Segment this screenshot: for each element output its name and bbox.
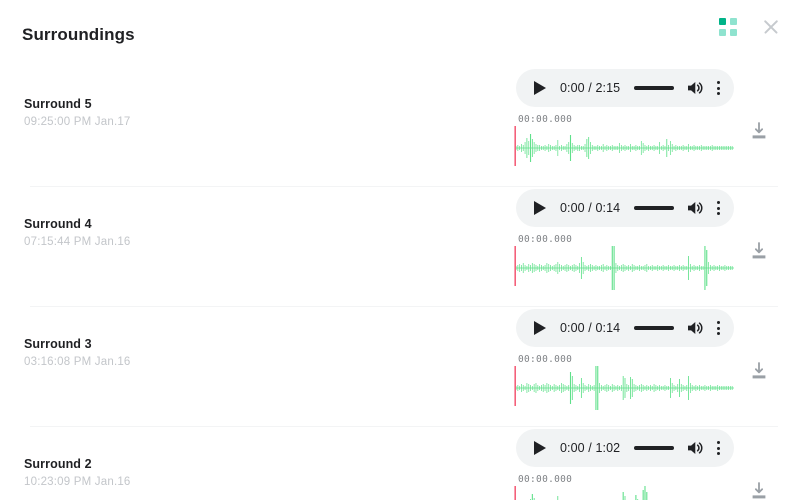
grid-square-2 (730, 18, 737, 25)
menu-dot-3 (716, 332, 720, 335)
player-time-label: 0:00 / 0:14 (560, 201, 621, 215)
player-progress-slider[interactable] (634, 446, 675, 450)
volume-icon[interactable] (686, 79, 704, 97)
recording-timestamp: 09:25:00 PM Jan.17 (24, 116, 131, 128)
waveform-canvas[interactable] (514, 246, 742, 292)
volume-icon[interactable] (686, 199, 704, 217)
download-icon[interactable] (748, 240, 770, 262)
recording-row-2: Surround 4 07:15:44 PM Jan.16 0:00 / 0:1… (0, 186, 800, 306)
close-icon[interactable] (760, 16, 782, 38)
menu-dot-1 (716, 441, 720, 444)
audio-player[interactable]: 0:00 / 0:14 (516, 189, 734, 227)
audio-player[interactable]: 0:00 / 1:02 (516, 429, 734, 467)
menu-dot-3 (716, 92, 720, 95)
recording-row-3: Surround 3 03:16:08 PM Jan.16 0:00 / 0:1… (0, 306, 800, 426)
player-time-label: 0:00 / 0:14 (560, 321, 621, 335)
waveform[interactable]: 00:00.000 (514, 354, 742, 412)
waveform[interactable]: 00:00.000 (514, 474, 742, 500)
page-title: Surroundings (22, 25, 135, 44)
recording-name: Surround 4 (24, 217, 92, 231)
waveform[interactable]: 00:00.000 (514, 114, 742, 172)
recording-meta: Surround 3 03:16:08 PM Jan.16 (24, 336, 324, 370)
more-vertical-icon[interactable] (710, 319, 726, 337)
menu-dot-1 (716, 201, 720, 204)
menu-dot-2 (716, 326, 720, 330)
recording-timestamp: 10:23:09 PM Jan.16 (24, 476, 131, 488)
volume-icon[interactable] (686, 319, 704, 337)
waveform-time-label: 00:00.000 (518, 474, 573, 485)
surroundings-window: Surroundings Surround 5 09:25:00 PM Jan.… (0, 0, 800, 500)
waveform-canvas[interactable] (514, 366, 742, 412)
grid-square-3 (719, 29, 726, 36)
waveform-time-label: 00:00.000 (518, 354, 573, 365)
grid-square-1 (719, 18, 726, 25)
window-header: Surroundings (0, 0, 800, 66)
recordings-list: Surround 5 09:25:00 PM Jan.17 0:00 / 2:1… (0, 66, 800, 500)
recording-row-1: Surround 5 09:25:00 PM Jan.17 0:00 / 2:1… (0, 66, 800, 186)
waveform-time-label: 00:00.000 (518, 234, 573, 245)
recording-meta: Surround 5 09:25:00 PM Jan.17 (24, 96, 324, 130)
grid-square-4 (730, 29, 737, 36)
play-icon[interactable] (530, 319, 548, 337)
player-time-label: 0:00 / 2:15 (560, 81, 621, 95)
more-vertical-icon[interactable] (710, 199, 726, 217)
menu-dot-2 (716, 446, 720, 450)
download-icon[interactable] (748, 480, 770, 500)
more-vertical-icon[interactable] (710, 79, 726, 97)
more-vertical-icon[interactable] (710, 439, 726, 457)
play-icon[interactable] (530, 79, 548, 97)
grid-four-squares-icon[interactable] (718, 17, 738, 37)
audio-player[interactable]: 0:00 / 0:14 (516, 309, 734, 347)
menu-dot-3 (716, 452, 720, 455)
recording-timestamp: 03:16:08 PM Jan.16 (24, 356, 131, 368)
menu-dot-1 (716, 81, 720, 84)
download-icon[interactable] (748, 120, 770, 142)
recording-timestamp: 07:15:44 PM Jan.16 (24, 236, 131, 248)
audio-player[interactable]: 0:00 / 2:15 (516, 69, 734, 107)
waveform-time-label: 00:00.000 (518, 114, 573, 125)
recording-meta: Surround 2 10:23:09 PM Jan.16 (24, 456, 324, 490)
player-progress-slider[interactable] (634, 326, 675, 330)
header-actions (718, 16, 782, 38)
waveform-canvas[interactable] (514, 486, 742, 500)
recording-name: Surround 2 (24, 457, 92, 471)
player-progress-slider[interactable] (634, 86, 675, 90)
recording-name: Surround 5 (24, 97, 92, 111)
recording-meta: Surround 4 07:15:44 PM Jan.16 (24, 216, 324, 250)
menu-dot-3 (716, 212, 720, 215)
recording-name: Surround 3 (24, 337, 92, 351)
waveform-canvas[interactable] (514, 126, 742, 172)
volume-icon[interactable] (686, 439, 704, 457)
recording-row-4: Surround 2 10:23:09 PM Jan.16 0:00 / 1:0… (0, 426, 800, 500)
player-progress-slider[interactable] (634, 206, 675, 210)
play-icon[interactable] (530, 199, 548, 217)
player-time-label: 0:00 / 1:02 (560, 441, 621, 455)
play-icon[interactable] (530, 439, 548, 457)
download-icon[interactable] (748, 360, 770, 382)
waveform[interactable]: 00:00.000 (514, 234, 742, 292)
menu-dot-2 (716, 86, 720, 90)
menu-dot-1 (716, 321, 720, 324)
menu-dot-2 (716, 206, 720, 210)
